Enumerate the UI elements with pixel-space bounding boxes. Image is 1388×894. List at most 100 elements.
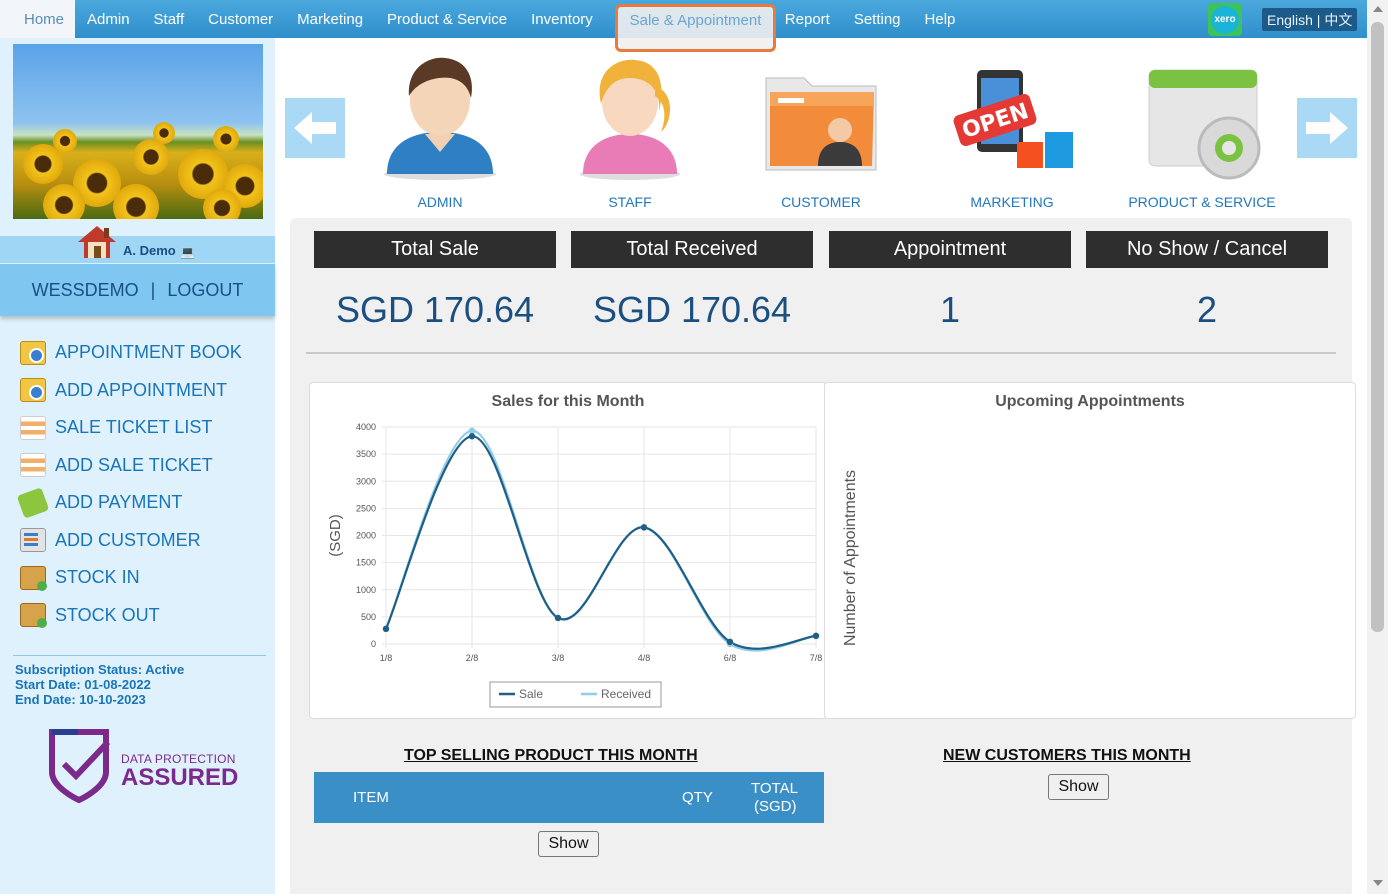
col-total-unit: (SGD) xyxy=(754,798,797,815)
col-total: TOTAL xyxy=(751,780,798,797)
ticket-list-icon xyxy=(20,415,46,440)
new-customers-show-button[interactable]: Show xyxy=(1048,774,1109,800)
arrow-left-icon xyxy=(294,112,336,144)
subscription-end-date: End Date: 10-10-2023 xyxy=(15,692,146,707)
nav-staff[interactable]: Staff xyxy=(142,0,197,38)
box-icon xyxy=(20,565,47,591)
nav-marketing[interactable]: Marketing xyxy=(285,0,375,38)
arrow-right-icon xyxy=(1306,112,1348,144)
col-qty: QTY xyxy=(682,789,713,806)
new-customers-title: NEW CUSTOMERS THIS MONTH xyxy=(943,747,1191,764)
x-tick-label: 7/8 xyxy=(810,653,823,663)
calendar-icon xyxy=(20,340,46,365)
nav-product-service[interactable]: Product & Service xyxy=(375,0,519,38)
stats-row: Total Sale Total Received Appointment No… xyxy=(306,229,1336,354)
sidebar-menu: APPOINTMENT BOOK ADD APPOINTMENT SALE TI… xyxy=(16,334,242,635)
product-service-gear-icon xyxy=(1148,69,1261,180)
y-tick-label: 2500 xyxy=(356,503,376,513)
house-icon xyxy=(78,226,116,258)
admin-avatar-icon xyxy=(384,57,496,180)
xero-logo[interactable]: xero xyxy=(1208,3,1242,36)
nav-inventory[interactable]: Inventory xyxy=(519,0,605,38)
data-point-sale xyxy=(726,638,734,646)
sidebar-item-label: SALE TICKET LIST xyxy=(55,417,213,438)
shield-check-icon xyxy=(49,729,110,804)
nav-help[interactable]: Help xyxy=(913,0,968,38)
ticket-list-icon xyxy=(20,453,46,478)
stat-value-appointment[interactable]: 1 xyxy=(829,289,1071,331)
data-point-sale xyxy=(554,614,562,622)
user-name: A. Demo xyxy=(123,243,176,258)
sidebar-item-stock-in[interactable]: STOCK IN xyxy=(20,559,242,597)
sales-line-chart: 0 500 1000 1500 2000 2500 3000 3500 4000 1/8 2/8 3/… xyxy=(327,422,823,708)
sidebar: A. Demo 💻 WESSDEMO | LOGOUT APPOINTMENT … xyxy=(0,38,275,894)
x-tick-label: 2/8 xyxy=(466,653,479,663)
subscription-start-date: Start Date: 01-08-2022 xyxy=(15,677,151,692)
nav-home[interactable]: Home xyxy=(0,0,76,38)
sidebar-item-label: STOCK IN xyxy=(55,567,140,588)
marketing-shop-icon: OPEN xyxy=(953,70,1073,168)
sidebar-item-label: APPOINTMENT BOOK xyxy=(55,342,242,363)
calendar-icon xyxy=(20,378,46,403)
nav-customer[interactable]: Customer xyxy=(196,0,285,38)
legend-label-received: Received xyxy=(601,687,651,701)
quick-link-label: ADMIN xyxy=(417,194,463,210)
quick-link-product-service[interactable]: PRODUCT & SERVICE xyxy=(1122,52,1282,212)
data-point-sale xyxy=(382,625,390,633)
sidebar-item-sale-ticket-list[interactable]: SALE TICKET LIST xyxy=(20,409,242,447)
sidebar-item-label: ADD SALE TICKET xyxy=(55,454,213,475)
quick-link-customer[interactable]: CUSTOMER xyxy=(741,52,901,212)
account-link[interactable]: WESSDEMO xyxy=(32,280,139,301)
legend-label-sale: Sale xyxy=(519,687,543,701)
sunflower-field-image xyxy=(13,44,263,219)
appointments-chart-card: Upcoming Appointments Number of Appointm… xyxy=(824,382,1356,719)
logout-link[interactable]: LOGOUT xyxy=(167,280,243,301)
scroll-up-arrow-icon[interactable] xyxy=(1373,6,1383,12)
customer-card-icon xyxy=(20,528,46,553)
sidebar-item-label: STOCK OUT xyxy=(55,604,160,625)
appointments-y-axis-label: Number of Appointments xyxy=(842,469,859,647)
language-switch[interactable]: English | 中文 xyxy=(1262,8,1358,31)
sidebar-item-appointment-book[interactable]: APPOINTMENT BOOK xyxy=(20,334,242,372)
quick-link-staff[interactable]: STAFF xyxy=(550,52,710,212)
top-selling-show-button[interactable]: Show xyxy=(538,831,599,857)
scroll-down-arrow-icon[interactable] xyxy=(1373,880,1383,886)
user-links: WESSDEMO | LOGOUT xyxy=(0,264,275,316)
stat-header-no-show-cancel: No Show / Cancel xyxy=(1086,231,1328,268)
sidebar-divider xyxy=(13,655,266,656)
y-axis-label: (SGD) xyxy=(327,514,344,557)
money-icon xyxy=(16,487,50,519)
sidebar-item-label: ADD CUSTOMER xyxy=(55,529,201,550)
carousel-next-button[interactable] xyxy=(1297,98,1357,158)
y-tick-label: 3500 xyxy=(356,449,376,459)
top-selling-table-header: ITEM QTY TOTAL (SGD) xyxy=(314,772,824,823)
quick-link-marketing[interactable]: OPEN MARKETING xyxy=(932,52,1092,212)
subscription-info: Subscription Status: Active Start Date: … xyxy=(15,662,184,707)
carousel-prev-button[interactable] xyxy=(285,98,345,158)
sidebar-item-add-appointment[interactable]: ADD APPOINTMENT xyxy=(20,372,242,410)
nav-sale-appointment[interactable]: Sale & Appointment xyxy=(615,4,776,52)
sales-chart-card: Sales for this Month 0 500 1000 1500 2000 250… xyxy=(309,382,827,719)
stat-value-total-sale[interactable]: SGD 170.64 xyxy=(314,289,556,331)
nav-setting[interactable]: Setting xyxy=(842,0,913,38)
quick-link-label: STAFF xyxy=(608,194,652,210)
y-tick-label: 500 xyxy=(361,612,376,622)
sidebar-item-add-payment[interactable]: ADD PAYMENT xyxy=(16,484,242,522)
stat-value-no-show-cancel[interactable]: 2 xyxy=(1086,289,1328,331)
quick-link-admin[interactable]: ADMIN xyxy=(360,52,520,212)
staff-avatar-icon xyxy=(580,59,680,180)
x-tick-label: 3/8 xyxy=(552,653,565,663)
nav-report[interactable]: Report xyxy=(773,0,842,38)
y-tick-label: 3000 xyxy=(356,476,376,486)
sidebar-item-stock-out[interactable]: STOCK OUT xyxy=(20,597,242,635)
nav-admin[interactable]: Admin xyxy=(75,0,142,38)
sidebar-item-add-customer[interactable]: ADD CUSTOMER xyxy=(20,522,242,560)
y-tick-label: 1000 xyxy=(356,585,376,595)
y-tick-label: 4000 xyxy=(356,422,376,432)
stat-value-total-received[interactable]: SGD 170.64 xyxy=(571,289,813,331)
scroll-thumb[interactable] xyxy=(1371,22,1384,632)
y-tick-label: 1500 xyxy=(356,558,376,568)
vertical-scrollbar[interactable] xyxy=(1367,0,1388,894)
subscription-status: Subscription Status: Active xyxy=(15,662,185,677)
sidebar-item-add-sale-ticket[interactable]: ADD SALE TICKET xyxy=(20,447,242,485)
